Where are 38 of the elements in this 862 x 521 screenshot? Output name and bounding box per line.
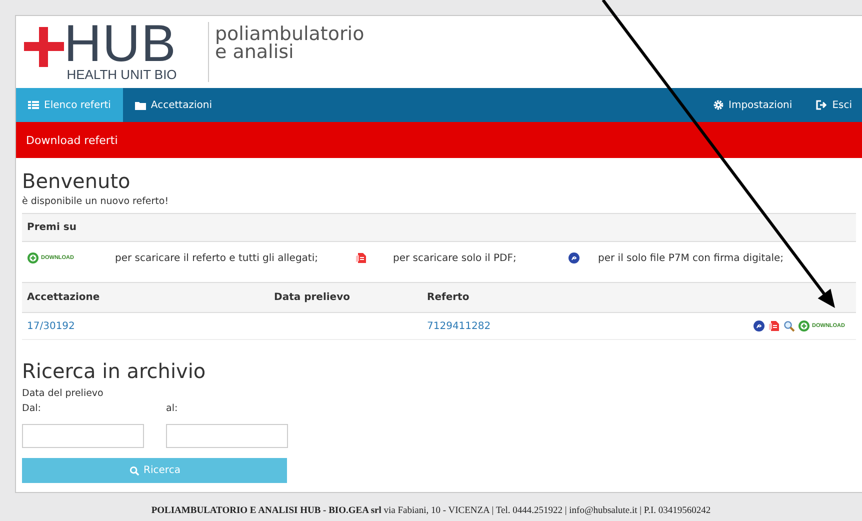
logo-tagline: poliambulatorio e analisi [215,25,364,65]
settings-icon [712,100,724,110]
legend-heading: Premi su [22,214,856,242]
search-icon [128,466,140,476]
legend-text: per il solo file P7M con firma digitale; [598,252,785,264]
notice-text: è disponibile un nuovo referto! [22,196,170,207]
legend-text: per scaricare il referto e tutti gli allegati; [115,252,319,264]
field-label: al: [166,403,179,414]
signature-badge-icon[interactable] [753,320,765,332]
page-title: Download referti [26,134,118,146]
footer-text: POLIAMBULATORIO E ANALISI HUB - BIO.GEA srl via Fabiani, 10 - VICENZA | Tel. 0444.251922 | info@hubsalute.it | P.I. 03419560242 [151,506,711,516]
nav-tab[interactable]: Elenco referti [16,88,123,122]
plus-icon [24,27,64,67]
pdf-file-icon[interactable] [768,320,780,332]
nav-tab[interactable]: Accettazioni [122,88,224,122]
column-header: Accettazione [27,292,101,303]
table-link[interactable]: 17/30192 [27,320,197,332]
nav-link[interactable]: Impostazioni [698,88,802,122]
magnifier-icon[interactable] [783,320,795,332]
field-group-label: Data del prelievo [22,388,104,399]
nav-link[interactable]: Esci [802,88,862,122]
table-link[interactable]: 7129411282 [427,320,491,332]
column-header: Data prelievo [273,292,351,303]
plus-circle-icon [798,320,810,332]
folder-icon [134,100,146,110]
date-field[interactable] [22,424,144,448]
date-field[interactable] [166,424,288,448]
plus-circle-icon [27,252,39,264]
column-header: Referto [427,292,470,303]
logo: HUB HEALTH UNIT BIO [24,21,202,83]
field-label: Dal: [22,403,42,414]
logout-icon [816,100,828,110]
pdf-file-icon[interactable] [355,252,367,264]
section-heading: Ricerca in archivio [22,358,207,384]
section-heading: Benvenuto [22,168,132,194]
signature-badge-icon[interactable] [568,252,580,264]
list-icon [28,100,39,110]
legend-text: per scaricare solo il PDF; [393,252,518,264]
